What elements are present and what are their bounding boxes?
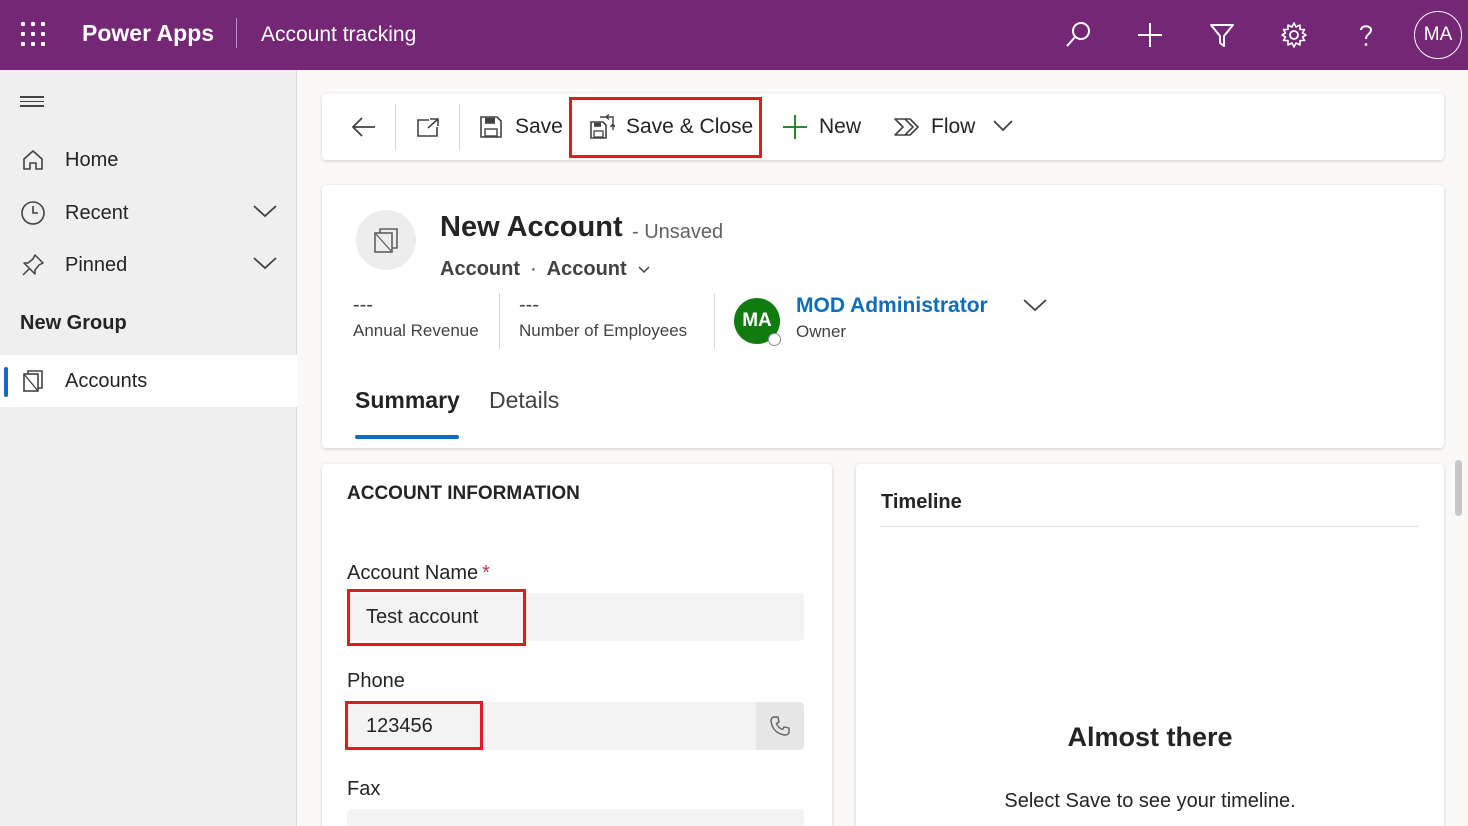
phone-highlight bbox=[345, 701, 483, 750]
timeline-empty-heading: Almost there bbox=[1067, 722, 1233, 752]
chevron-down-icon[interactable] bbox=[252, 255, 278, 276]
search-icon[interactable] bbox=[1061, 18, 1095, 52]
user-avatar[interactable]: MA bbox=[1414, 11, 1462, 59]
flow-button[interactable]: Flow bbox=[893, 94, 975, 160]
dot-separator: · bbox=[530, 258, 537, 280]
timeline-section: Timeline Almost there Select Save to see… bbox=[856, 464, 1444, 826]
save-button[interactable]: Save bbox=[477, 94, 563, 160]
tab-details[interactable]: Details bbox=[489, 387, 559, 414]
plus-icon bbox=[781, 113, 809, 141]
app-page-title[interactable]: Account tracking bbox=[261, 23, 416, 47]
fax-label: Fax bbox=[347, 778, 381, 800]
sidebar-item-label: Accounts bbox=[65, 369, 148, 392]
owner-label: Owner bbox=[796, 322, 847, 341]
flow-icon bbox=[893, 113, 921, 141]
filter-icon[interactable] bbox=[1205, 18, 1239, 52]
timeline-divider bbox=[881, 526, 1419, 527]
header-field-value: --- bbox=[519, 294, 539, 316]
form-selector[interactable]: Account · Account bbox=[440, 258, 651, 281]
command-bar: Save Save & Close New Flow bbox=[322, 94, 1444, 160]
header-divider bbox=[236, 18, 237, 48]
account-name-label: Account Name * bbox=[347, 562, 490, 584]
header-field-number-of-employees: --- Number of Employees bbox=[519, 293, 687, 341]
record-title: New Account bbox=[440, 211, 623, 243]
more-commands-button[interactable] bbox=[992, 94, 1014, 160]
app-launcher-icon[interactable] bbox=[21, 22, 47, 48]
hamburger-menu-icon[interactable] bbox=[20, 96, 44, 110]
fax-field[interactable] bbox=[347, 809, 804, 826]
entity-name: Account bbox=[440, 258, 520, 280]
account-entity-icon bbox=[356, 210, 416, 270]
timeline-empty-message: Select Save to see your timeline. bbox=[1004, 790, 1296, 812]
flow-label: Flow bbox=[931, 115, 976, 138]
active-tab-indicator bbox=[355, 435, 459, 439]
save-close-highlight bbox=[569, 97, 762, 158]
pop-out-icon bbox=[414, 113, 442, 141]
header-divider bbox=[714, 293, 715, 349]
sidebar-item-recent[interactable]: Recent bbox=[0, 187, 297, 239]
call-phone-button[interactable] bbox=[756, 702, 804, 750]
account-name-highlight bbox=[347, 589, 526, 646]
sidebar-item-label: Recent bbox=[65, 201, 129, 224]
help-icon[interactable] bbox=[1349, 18, 1383, 52]
back-button[interactable] bbox=[350, 94, 388, 160]
chevron-down-icon bbox=[637, 258, 651, 281]
sidebar-item-label: Home bbox=[65, 148, 119, 171]
tab-summary[interactable]: Summary bbox=[355, 387, 460, 414]
plus-icon[interactable] bbox=[1133, 18, 1167, 52]
section-title: ACCOUNT INFORMATION bbox=[347, 483, 580, 504]
header-field-value: --- bbox=[353, 294, 373, 316]
header-field-annual-revenue: --- Annual Revenue bbox=[353, 293, 479, 341]
new-button[interactable]: New bbox=[781, 94, 861, 160]
vertical-scrollbar[interactable] bbox=[1455, 460, 1462, 516]
chevron-down-icon[interactable] bbox=[252, 203, 278, 224]
sidebar-group-title: New Group bbox=[20, 312, 127, 334]
sidebar-item-pinned[interactable]: Pinned bbox=[0, 239, 297, 291]
gear-icon[interactable] bbox=[1277, 18, 1311, 52]
accounts-icon bbox=[20, 368, 46, 394]
toolbar-divider bbox=[459, 104, 460, 150]
form-name: Account bbox=[546, 258, 627, 280]
sidebar-item-label: Pinned bbox=[65, 253, 128, 276]
top-bar: Power Apps Account tracking MA bbox=[0, 0, 1468, 70]
record-save-status: - Unsaved bbox=[632, 221, 724, 243]
home-icon bbox=[20, 147, 46, 173]
presence-status-icon bbox=[768, 333, 781, 346]
sidebar: Home Recent Pinned New Group Accounts bbox=[0, 70, 297, 826]
chevron-down-icon[interactable] bbox=[1022, 297, 1048, 318]
arrow-left-icon bbox=[350, 113, 378, 141]
pin-icon bbox=[20, 252, 46, 278]
phone-label: Phone bbox=[347, 670, 405, 692]
header-divider bbox=[499, 293, 500, 349]
selected-indicator bbox=[4, 367, 8, 397]
open-in-new-window-button[interactable] bbox=[414, 94, 452, 160]
clock-icon bbox=[20, 200, 46, 226]
toolbar-divider bbox=[395, 104, 396, 150]
save-label: Save bbox=[515, 115, 563, 138]
app-name[interactable]: Power Apps bbox=[82, 20, 214, 47]
header-field-label: Annual Revenue bbox=[353, 321, 479, 340]
timeline-title: Timeline bbox=[881, 491, 962, 513]
phone-icon bbox=[770, 716, 790, 736]
record-header: New Account - Unsaved Account · Account … bbox=[322, 185, 1444, 448]
owner-name-link[interactable]: MOD Administrator bbox=[796, 294, 988, 318]
sidebar-item-accounts[interactable]: Accounts bbox=[0, 355, 297, 407]
required-indicator: * bbox=[482, 562, 490, 584]
new-label: New bbox=[819, 115, 862, 138]
save-icon bbox=[477, 113, 505, 141]
sidebar-item-home[interactable]: Home bbox=[0, 134, 297, 186]
chevron-down-icon bbox=[992, 115, 1014, 139]
header-field-label: Number of Employees bbox=[519, 321, 688, 340]
